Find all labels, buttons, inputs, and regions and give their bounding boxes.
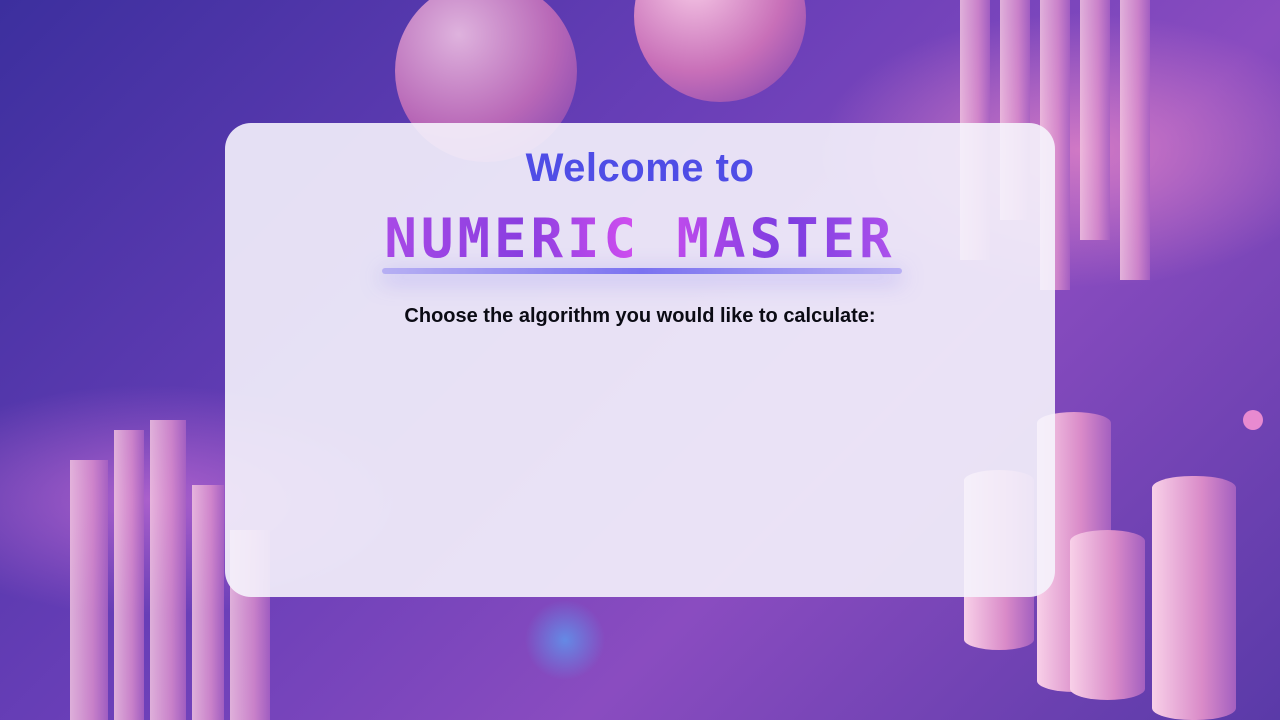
algorithm-prompt: Choose the algorithm you would like to c… (404, 305, 876, 327)
background-node (1243, 410, 1263, 430)
logo-underline (382, 268, 902, 274)
page-title: Welcome to (525, 146, 755, 190)
app-logo: NUMERIC MASTER (348, 208, 932, 270)
welcome-panel (225, 123, 1055, 597)
background-sphere (634, 0, 806, 102)
